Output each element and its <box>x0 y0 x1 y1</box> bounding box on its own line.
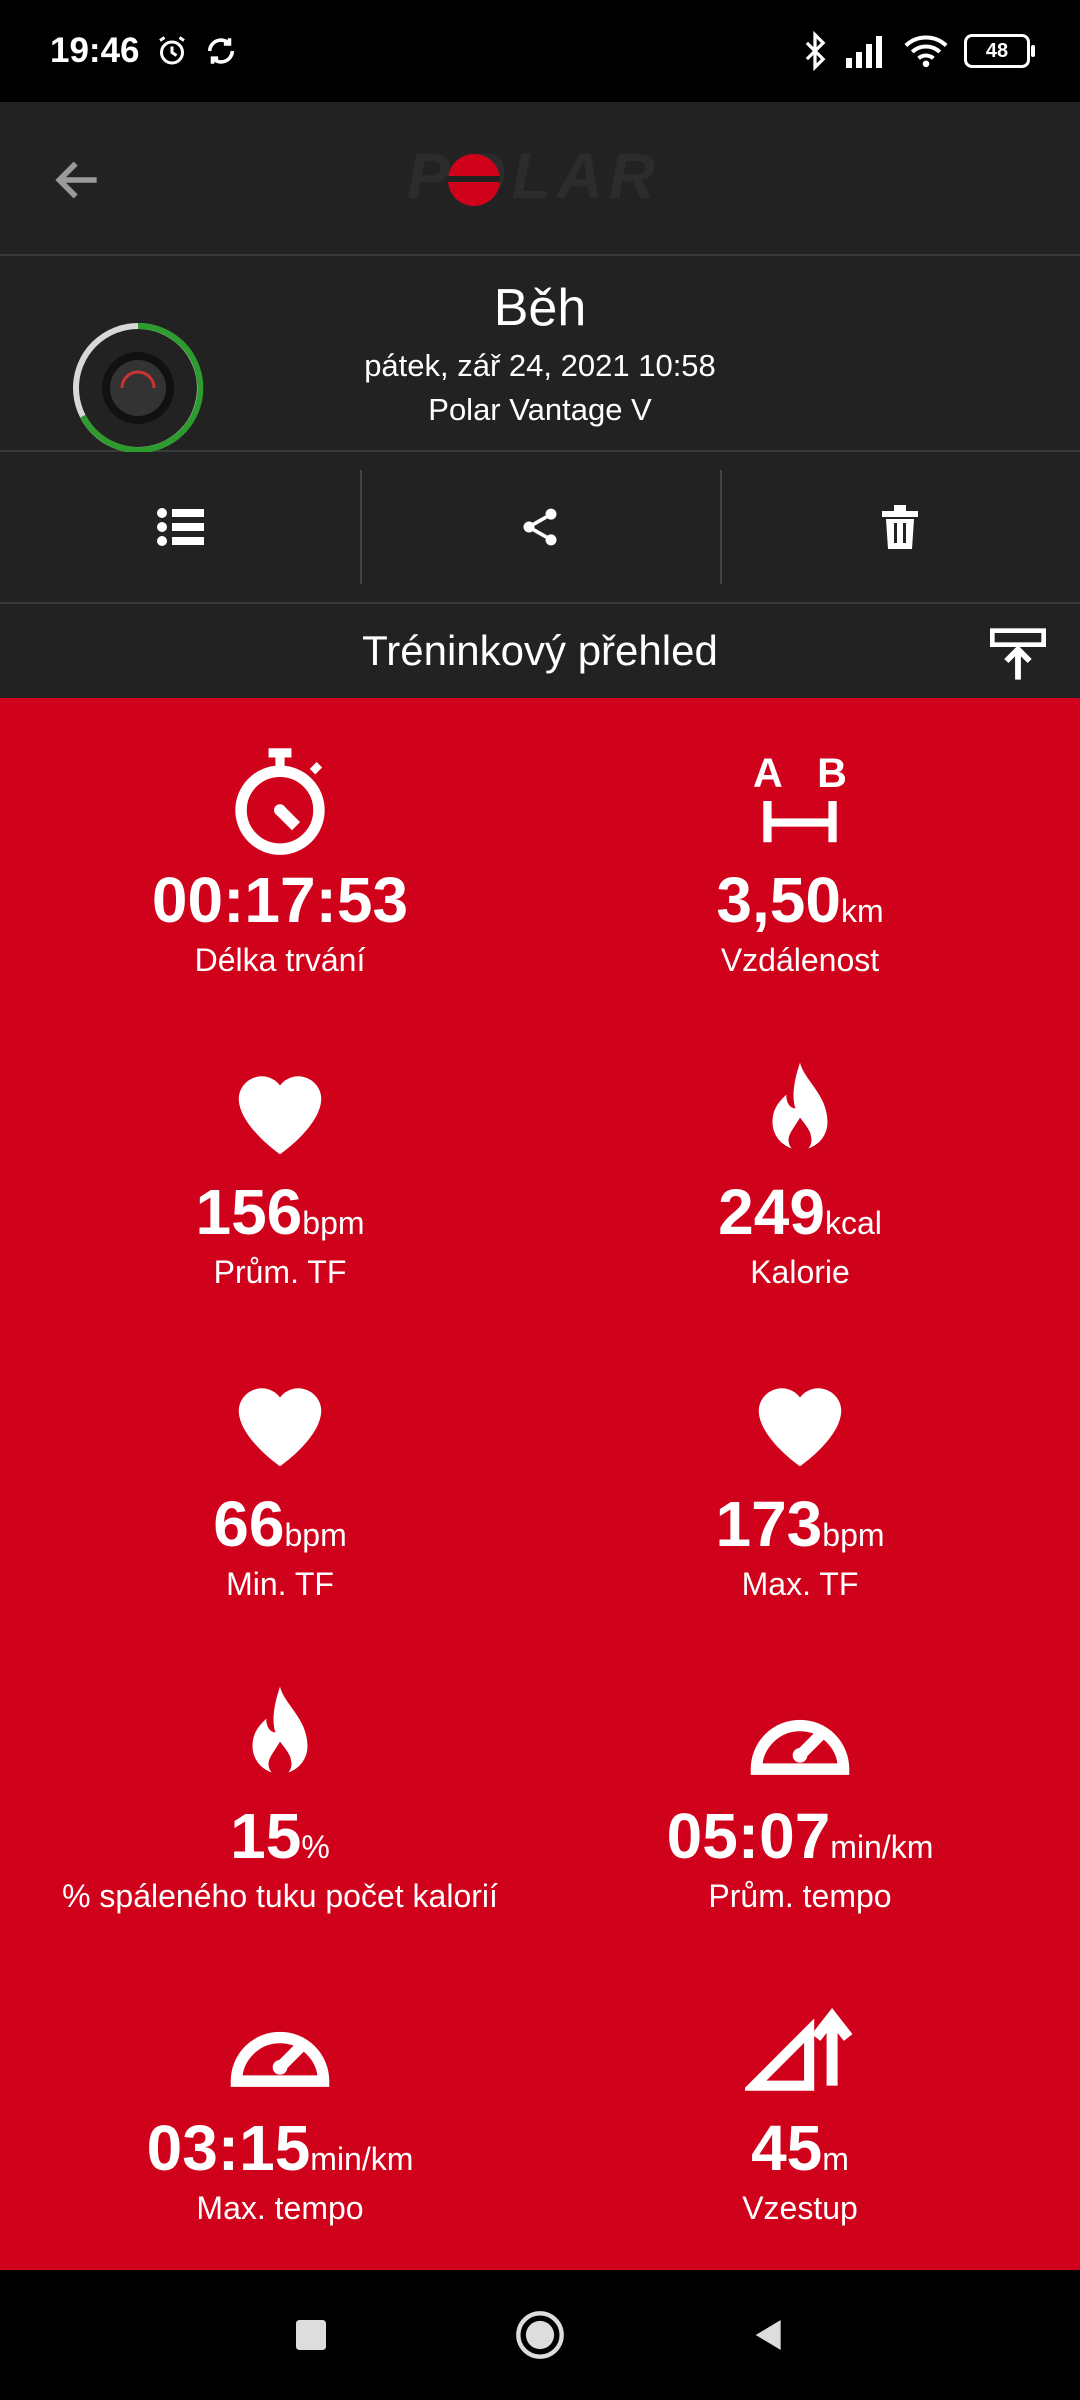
stat-unit: bpm <box>822 1517 885 1553</box>
action-toolbar <box>0 452 1080 604</box>
stat-value: 00:17:53 <box>151 864 409 936</box>
heart-icon <box>238 1388 322 1467</box>
back-icon[interactable] <box>749 2315 789 2355</box>
speedometer-icon <box>230 2031 330 2087</box>
wifi-icon <box>904 35 948 68</box>
session-date: pátek, zář 24, 2021 10:58 <box>364 348 716 383</box>
share-icon <box>523 508 557 546</box>
svg-text:B: B <box>817 750 847 796</box>
device-name: Polar Vantage V <box>428 392 652 427</box>
stat-label: Min. TF <box>226 1566 334 1602</box>
flame-icon <box>772 1062 828 1152</box>
app-bar: POLAR <box>0 102 1080 256</box>
stat-label: Prům. tempo <box>708 1878 892 1914</box>
stat-label: % spáleného tuku počet kalorií <box>62 1878 498 1914</box>
delete-button[interactable] <box>720 452 1080 602</box>
heart-icon <box>758 1388 842 1467</box>
stat-value: 15 <box>230 1800 302 1872</box>
stat-label: Prům. TF <box>213 1254 347 1290</box>
stat-value: 03:15 <box>146 2112 311 2184</box>
stat-duration: 00:17:53 Délka trvání <box>10 746 550 979</box>
stat-label: Max. tempo <box>196 2190 364 2226</box>
stat-label: Vzdálenost <box>720 942 880 978</box>
pin-top-icon[interactable] <box>990 626 1046 682</box>
stat-label: Vzestup <box>742 2190 858 2226</box>
training-summary: 00:17:53 Délka trvání A B 3,50km Vzdálen… <box>0 698 1080 2270</box>
stat-value: 173 <box>715 1488 823 1560</box>
stat-unit: min/km <box>310 2141 414 2177</box>
stat-unit: m <box>822 2141 849 2177</box>
stat-label: Délka trvání <box>194 942 366 978</box>
heart-icon <box>238 1076 322 1155</box>
svg-text:POLAR: POLAR <box>407 148 661 212</box>
stat-ascent: 45m Vzestup <box>530 1994 1070 2227</box>
recents-icon[interactable] <box>291 2315 331 2355</box>
section-header: Tréninkový přehled <box>0 604 1080 698</box>
signal-icon <box>846 36 882 68</box>
stat-unit: bpm <box>284 1517 347 1553</box>
battery-indicator: 48 <box>964 34 1035 68</box>
arrow-left-icon[interactable] <box>50 152 106 208</box>
alarm-icon <box>158 36 185 65</box>
trash-icon <box>882 505 918 549</box>
stat-distance: A B 3,50km Vzdálenost <box>530 746 1070 979</box>
stat-unit: bpm <box>302 1205 365 1241</box>
clock: 19:46 <box>50 31 140 70</box>
svg-text:A: A <box>753 750 783 796</box>
stat-value: 249 <box>718 1176 825 1248</box>
stat-value: 66 <box>213 1488 285 1560</box>
stopwatch-icon <box>235 748 325 855</box>
status-bar: 19:46 48 <box>0 0 1080 102</box>
ascent-icon <box>745 2007 853 2091</box>
stat-value: 45 <box>751 2112 823 2184</box>
share-button[interactable] <box>360 452 720 602</box>
stat-label: Kalorie <box>750 1254 850 1290</box>
system-nav-bar <box>0 2270 1080 2400</box>
sync-icon <box>207 38 234 64</box>
stat-avg-hr: 156bpm Prům. TF <box>10 1058 550 1291</box>
session-header: Běh pátek, zář 24, 2021 10:58 Polar Vant… <box>0 256 1080 453</box>
stat-max-pace: 03:15min/km Max. tempo <box>10 1994 550 2227</box>
polar-logo: POLAR <box>407 148 661 212</box>
stat-unit: % <box>301 1829 330 1865</box>
stat-max-hr: 173bpm Max. TF <box>530 1370 1070 1603</box>
stat-value: 156 <box>195 1176 303 1248</box>
flame-icon <box>252 1686 308 1776</box>
session-title: Běh <box>493 279 587 337</box>
stat-value: 05:07 <box>666 1800 831 1872</box>
stat-unit: km <box>840 893 884 929</box>
details-button[interactable] <box>0 452 360 602</box>
list-icon <box>157 508 204 546</box>
section-title: Tréninkový přehled <box>362 627 718 674</box>
stat-min-hr: 66bpm Min. TF <box>10 1370 550 1603</box>
distance-icon: A B <box>753 750 847 843</box>
stat-calories: 249kcal Kalorie <box>530 1058 1070 1291</box>
stat-value: 3,50 <box>716 864 841 936</box>
speedometer-icon <box>750 1719 850 1775</box>
stat-avg-pace: 05:07min/km Prům. tempo <box>530 1682 1070 1915</box>
device-progress-ring <box>73 322 204 453</box>
bluetooth-icon <box>805 31 826 71</box>
stat-unit: kcal <box>824 1205 882 1241</box>
home-icon[interactable] <box>514 2309 566 2361</box>
stat-label: Max. TF <box>741 1566 859 1602</box>
stat-fat-burn: 15% % spáleného tuku počet kalorií <box>10 1682 550 1915</box>
stat-unit: min/km <box>830 1829 934 1865</box>
